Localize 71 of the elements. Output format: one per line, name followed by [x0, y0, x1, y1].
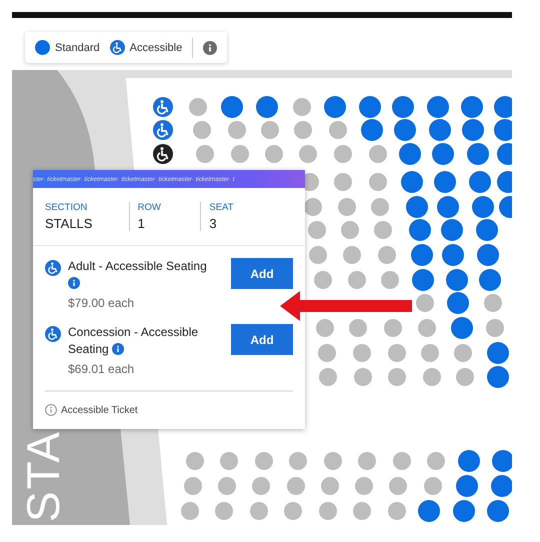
legend-label: Standard — [55, 42, 100, 54]
seat[interactable] — [394, 119, 416, 141]
seat[interactable] — [487, 342, 509, 364]
seat[interactable] — [324, 96, 346, 118]
seat[interactable] — [406, 196, 428, 218]
seat[interactable] — [472, 196, 494, 218]
seat[interactable] — [456, 475, 478, 497]
seat[interactable] — [434, 171, 456, 193]
seat[interactable] — [469, 171, 491, 193]
seat[interactable] — [458, 450, 480, 472]
seat[interactable] — [492, 450, 512, 472]
seat[interactable] — [451, 317, 473, 339]
detail-value: 3 — [209, 216, 218, 231]
seat[interactable] — [467, 143, 489, 165]
info-icon — [45, 404, 57, 416]
seat[interactable] — [221, 96, 243, 118]
seat[interactable] — [432, 143, 454, 165]
info-icon[interactable] — [203, 40, 218, 54]
detail-value: 1 — [138, 216, 146, 231]
seat[interactable] — [487, 366, 509, 388]
seat[interactable] — [494, 119, 512, 141]
seat[interactable] — [442, 244, 464, 266]
ticket-name: Concession - Accessible Seating — [68, 324, 200, 358]
seat[interactable] — [446, 269, 468, 291]
seat[interactable] — [461, 96, 483, 118]
seat[interactable] — [462, 119, 484, 141]
seat[interactable] — [401, 171, 423, 193]
ticket-price: $69.01 each — [68, 362, 136, 376]
detail-label: ROW — [138, 202, 162, 213]
ticket-price: $79.00 each — [68, 296, 136, 310]
seat[interactable] — [411, 244, 433, 266]
wheelchair-icon — [153, 144, 173, 164]
seat[interactable] — [453, 500, 475, 522]
seat[interactable] — [429, 119, 451, 141]
detail-label: SEAT — [209, 202, 234, 213]
seat[interactable] — [361, 119, 383, 141]
seat[interactable] — [418, 500, 440, 522]
legend-label: Accessible — [130, 42, 182, 54]
wheelchair-icon — [45, 326, 61, 342]
seat[interactable] — [447, 292, 469, 314]
footer-note: Accessible Ticket — [61, 404, 138, 416]
seat[interactable] — [437, 196, 459, 218]
seat[interactable] — [359, 96, 381, 118]
seat[interactable] — [479, 269, 501, 291]
wheelchair-icon — [153, 97, 173, 117]
accessible-seat[interactable] — [153, 144, 173, 164]
seat[interactable] — [476, 219, 498, 241]
seat[interactable] — [392, 96, 414, 118]
info-icon[interactable] — [112, 343, 124, 355]
seat[interactable] — [409, 219, 431, 241]
seat[interactable] — [494, 96, 512, 118]
seat[interactable] — [427, 96, 449, 118]
detail-label: SECTION — [45, 202, 88, 213]
wheelchair-icon — [110, 40, 125, 55]
wheelchair-icon — [153, 120, 173, 140]
seat[interactable] — [412, 269, 434, 291]
info-icon[interactable] — [68, 277, 80, 289]
seat[interactable] — [304, 198, 322, 216]
seat[interactable] — [399, 143, 421, 165]
seat-dot-icon — [35, 40, 50, 55]
ticket-name: Adult - Accessible Seating — [68, 258, 218, 292]
add-button[interactable]: Add — [231, 258, 293, 289]
detail-value: STALLS — [45, 216, 94, 231]
wheelchair-icon — [45, 260, 61, 276]
add-button[interactable]: Add — [231, 324, 293, 355]
seat[interactable] — [256, 96, 278, 118]
seat[interactable] — [491, 475, 512, 497]
seat[interactable] — [487, 500, 509, 522]
section-label: STA — [20, 430, 66, 522]
seat[interactable] — [441, 219, 463, 241]
seat[interactable] — [477, 244, 499, 266]
